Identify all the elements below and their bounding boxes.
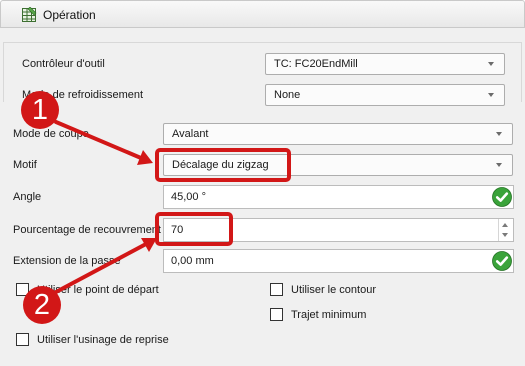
- arrow-2-line: [54, 242, 148, 294]
- annotation-marker-2: 2: [23, 286, 61, 324]
- annotation-marker-1: 1: [21, 91, 59, 129]
- annotation-arrows: [54, 120, 157, 294]
- arrow-1-line: [54, 120, 143, 160]
